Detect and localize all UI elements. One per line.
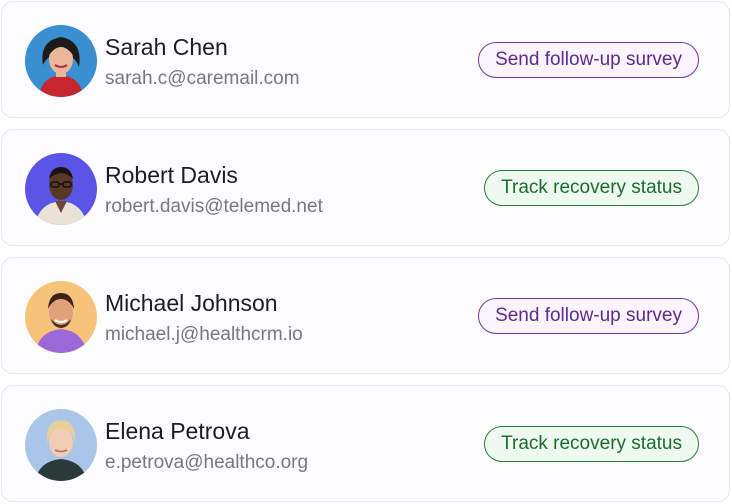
contact-email: michael.j@healthcrm.io [105,324,303,345]
avatar [25,409,97,481]
avatar [25,153,97,225]
avatar [25,25,97,97]
contact-name: Elena Petrova [105,418,250,444]
contact-email: sarah.c@caremail.com [105,68,300,89]
contact-list: Sarah Chen sarah.c@caremail.com Send fol… [0,0,732,504]
contact-card: Sarah Chen sarah.c@caremail.com Send fol… [1,1,730,118]
track-recovery-status-button[interactable]: Track recovery status [484,170,699,206]
contact-card: Robert Davis robert.davis@telemed.net Tr… [1,129,730,246]
contact-card: Michael Johnson michael.j@healthcrm.io S… [1,257,730,374]
contact-email: robert.davis@telemed.net [105,196,323,217]
contact-email: e.petrova@healthco.org [105,452,309,473]
contact-card: Elena Petrova e.petrova@healthco.org Tra… [1,385,730,502]
send-follow-up-survey-button[interactable]: Send follow-up survey [478,42,699,78]
avatar [25,281,97,353]
contact-name: Robert Davis [105,162,238,188]
send-follow-up-survey-button[interactable]: Send follow-up survey [478,298,699,334]
contact-name: Sarah Chen [105,34,228,60]
track-recovery-status-button[interactable]: Track recovery status [484,426,699,462]
contact-name: Michael Johnson [105,290,278,316]
